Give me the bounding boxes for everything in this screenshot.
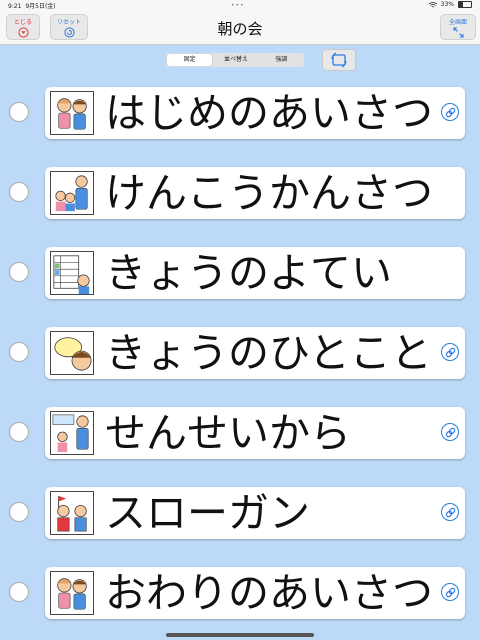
item-label: スローガン [105, 489, 310, 537]
item-label: おわりのあいさつ [105, 569, 433, 617]
segment-fixed[interactable]: 固定 [167, 54, 213, 66]
schedule-board-icon [50, 251, 94, 295]
item-label: けんこうかんさつ [105, 169, 433, 217]
item-radio[interactable] [9, 262, 29, 282]
greeting-children-icon [50, 571, 94, 615]
item-card[interactable]: せんせいから [45, 407, 465, 459]
health-check-icon [50, 171, 94, 215]
greeting-children-icon [50, 91, 94, 135]
item-card[interactable]: おわりのあいさつ [45, 567, 465, 619]
item-radio[interactable] [9, 182, 29, 202]
multitask-dots[interactable]: ••• [231, 2, 245, 9]
list-item[interactable]: せんせいから [0, 407, 480, 463]
segment-emphasis[interactable]: 強調 [259, 53, 304, 67]
item-card[interactable]: けんこうかんさつ [45, 167, 465, 219]
item-radio[interactable] [9, 422, 29, 442]
mode-segmented-control: 固定 並べ替え 強調 [166, 53, 304, 67]
link-icon[interactable] [441, 343, 459, 361]
item-label: せんせいから [105, 409, 351, 457]
status-time: 9:21 [8, 3, 22, 10]
item-radio[interactable] [9, 582, 29, 602]
link-icon[interactable] [441, 103, 459, 121]
page-title: 朝の会 [217, 20, 263, 38]
list-item[interactable]: おわりのあいさつ [0, 567, 480, 623]
wifi-icon [428, 1, 437, 7]
speech-bubble-icon [50, 331, 94, 375]
list-item[interactable]: きょうのよてい [0, 247, 480, 303]
cheering-children-icon [50, 491, 94, 535]
rotate-button[interactable] [322, 49, 356, 71]
list-item[interactable]: けんこうかんさつ [0, 167, 480, 223]
list-item[interactable]: スローガン [0, 487, 480, 543]
segment-reorder[interactable]: 並べ替え [213, 53, 258, 67]
list-item[interactable]: はじめのあいさつ [0, 87, 480, 143]
fullscreen-button-label: 全画面 [448, 19, 467, 26]
item-radio[interactable] [9, 342, 29, 362]
list-item[interactable]: きょうのひとこと [0, 327, 480, 383]
item-label: きょうのよてい [105, 249, 392, 297]
item-label: はじめのあいさつ [105, 89, 433, 137]
item-card[interactable]: きょうのよてい [45, 247, 465, 299]
status-date: 9月5日(金) [25, 3, 56, 10]
link-icon[interactable] [441, 503, 459, 521]
rotate-icon [331, 52, 347, 68]
link-icon[interactable] [441, 583, 459, 601]
item-card[interactable]: きょうのひとこと [45, 327, 465, 379]
status-bar: 9:21 9月5日(金) ••• 33% [0, 0, 480, 10]
item-label: きょうのひとこと [105, 329, 432, 377]
item-card[interactable]: スローガン [45, 487, 465, 539]
fullscreen-button[interactable]: 全画面 [440, 14, 476, 40]
link-icon[interactable] [441, 423, 459, 441]
home-indicator[interactable] [166, 633, 314, 637]
expand-icon [453, 27, 463, 38]
item-radio[interactable] [9, 502, 29, 522]
teacher-icon [50, 411, 94, 455]
battery-icon [458, 1, 472, 8]
item-card[interactable]: はじめのあいさつ [45, 87, 465, 139]
nav-bar: とじる リセット 朝の会 全画面 [0, 10, 480, 45]
item-radio[interactable] [9, 102, 29, 122]
battery-percent: 33% [440, 1, 454, 8]
